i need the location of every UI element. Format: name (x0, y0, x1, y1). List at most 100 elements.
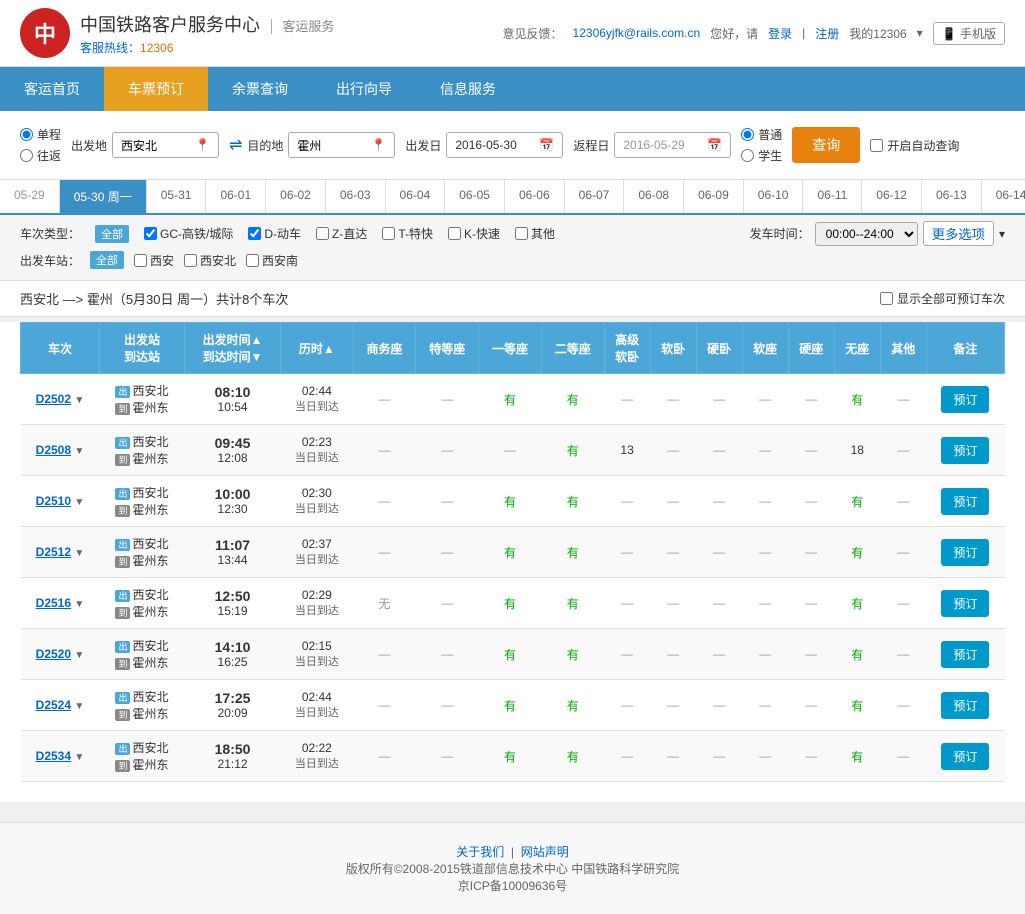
k-checkbox-label[interactable]: K-快速 (448, 225, 500, 242)
show-all-group[interactable]: 显示全部可预订车次 (880, 290, 1005, 307)
d-checkbox[interactable] (248, 227, 261, 240)
date-tab-0608[interactable]: 06-08 (624, 180, 684, 213)
xian-south-station-label[interactable]: 西安南 (246, 252, 298, 269)
statement-link[interactable]: 网站声明 (521, 845, 569, 859)
train-dropdown-arrow[interactable]: ▼ (74, 599, 84, 610)
register-link[interactable]: 注册 (815, 25, 839, 42)
about-link[interactable]: 关于我们 (456, 845, 504, 859)
k-checkbox[interactable] (448, 227, 461, 240)
availability-cell: — (742, 527, 788, 578)
date-tab-0611[interactable]: 06-11 (803, 180, 862, 213)
col-time[interactable]: 出发时间▲到达时间▼ (185, 323, 281, 374)
t-checkbox[interactable] (382, 227, 395, 240)
train-dropdown-arrow[interactable]: ▼ (74, 497, 84, 508)
date-tab-0531[interactable]: 05-31 (147, 180, 207, 213)
all-tag[interactable]: 全部 (95, 225, 129, 243)
col-duration[interactable]: 历时▲ (281, 323, 354, 374)
calendar-icon[interactable]: 📅 (539, 138, 554, 152)
return-date-input[interactable] (623, 138, 703, 152)
date-tab-0605[interactable]: 06-05 (445, 180, 505, 213)
to-input[interactable] (297, 138, 367, 152)
availability-cell: — (742, 680, 788, 731)
my-account[interactable]: 我的12306 (849, 25, 906, 42)
train-number-link[interactable]: D2512 (36, 545, 71, 559)
depart-icon: 出 (115, 692, 130, 704)
depart-time: 14:10 (189, 639, 277, 655)
date-tab-0613[interactable]: 06-13 (922, 180, 982, 213)
train-number-link[interactable]: D2516 (36, 596, 71, 610)
date-tab-0610[interactable]: 06-10 (744, 180, 804, 213)
xian-station-checkbox[interactable] (134, 254, 147, 267)
calendar-icon-return[interactable]: 📅 (707, 138, 722, 152)
from-input[interactable] (121, 138, 191, 152)
train-number-link[interactable]: D2508 (36, 443, 71, 457)
auto-query-group[interactable]: 开启自动查询 (870, 137, 959, 154)
gc-checkbox[interactable] (144, 227, 157, 240)
login-link[interactable]: 登录 (768, 25, 792, 42)
station-all-tag[interactable]: 全部 (90, 251, 124, 269)
swap-icon[interactable]: ⇌ (229, 135, 242, 155)
date-tab-0529[interactable]: 05-29 (0, 180, 60, 213)
nav-item-booking[interactable]: 车票预订 (104, 67, 208, 111)
train-dropdown-arrow[interactable]: ▼ (74, 701, 84, 712)
date-tab-0606[interactable]: 06-06 (505, 180, 565, 213)
book-button[interactable]: 预订 (941, 437, 989, 464)
train-dropdown-arrow[interactable]: ▼ (74, 395, 84, 406)
show-all-checkbox[interactable] (880, 292, 893, 305)
date-tab-0601[interactable]: 06-01 (206, 180, 266, 213)
xian-north-station-checkbox[interactable] (184, 254, 197, 267)
gc-checkbox-label[interactable]: GC-高铁/城际 (144, 225, 233, 242)
more-options-button[interactable]: 更多选项 (923, 221, 994, 246)
query-button[interactable]: 查询 (792, 127, 860, 163)
auto-query-checkbox[interactable] (870, 139, 883, 152)
train-dropdown-arrow[interactable]: ▼ (74, 752, 84, 763)
return-trip-radio[interactable]: 往返 (20, 147, 61, 164)
availability-cell: — (650, 527, 696, 578)
book-button[interactable]: 预订 (941, 743, 989, 770)
train-dropdown-arrow[interactable]: ▼ (74, 446, 84, 457)
t-checkbox-label[interactable]: T-特快 (382, 225, 433, 242)
other-checkbox-label[interactable]: 其他 (515, 225, 555, 242)
nav-item-info[interactable]: 信息服务 (416, 67, 520, 111)
train-number-link[interactable]: D2502 (36, 392, 71, 406)
z-checkbox-label[interactable]: Z-直达 (316, 225, 367, 242)
book-button[interactable]: 预订 (941, 539, 989, 566)
date-tab-0614[interactable]: 06-14 (982, 180, 1025, 213)
depart-date-input[interactable] (455, 138, 535, 152)
feedback-link[interactable]: 12306yjfk@rails.com.cn (573, 26, 701, 40)
date-tab-0607[interactable]: 06-07 (565, 180, 625, 213)
z-checkbox[interactable] (316, 227, 329, 240)
date-tab-0609[interactable]: 06-09 (684, 180, 744, 213)
train-number-link[interactable]: D2534 (36, 749, 71, 763)
train-number-link[interactable]: D2524 (36, 698, 71, 712)
date-tab-0604[interactable]: 06-04 (386, 180, 446, 213)
book-button[interactable]: 预订 (941, 641, 989, 668)
date-tab-0603[interactable]: 06-03 (326, 180, 386, 213)
date-tab-0602[interactable]: 06-02 (266, 180, 326, 213)
xian-station-label[interactable]: 西安 (134, 252, 174, 269)
xian-south-station-checkbox[interactable] (246, 254, 259, 267)
book-button[interactable]: 预订 (941, 692, 989, 719)
train-dropdown-arrow[interactable]: ▼ (74, 548, 84, 559)
book-button[interactable]: 预订 (941, 488, 989, 515)
mobile-link[interactable]: 📱 手机版 (933, 22, 1005, 45)
xian-north-station-label[interactable]: 西安北 (184, 252, 236, 269)
other-checkbox[interactable] (515, 227, 528, 240)
train-number-link[interactable]: D2510 (36, 494, 71, 508)
arrive-icon: 到 (115, 403, 130, 415)
student-ticket-radio[interactable]: 学生 (741, 147, 782, 164)
nav-item-guide[interactable]: 出行向导 (312, 67, 416, 111)
date-tab-0612[interactable]: 06-12 (862, 180, 922, 213)
date-tab-0530[interactable]: 05-30 周一 (60, 180, 147, 213)
book-button[interactable]: 预订 (941, 386, 989, 413)
nav-item-home[interactable]: 客运首页 (0, 67, 104, 111)
book-button[interactable]: 预订 (941, 590, 989, 617)
depart-time-select[interactable]: 00:00--24:00 (815, 222, 918, 246)
normal-ticket-radio[interactable]: 普通 (741, 126, 782, 143)
d-checkbox-label[interactable]: D-动车 (248, 225, 301, 242)
nav-item-query[interactable]: 余票查询 (208, 67, 312, 111)
train-dropdown-arrow[interactable]: ▼ (74, 650, 84, 661)
single-trip-radio[interactable]: 单程 (20, 126, 61, 143)
train-number-link[interactable]: D2520 (36, 647, 71, 661)
depart-date-group: 出发日 📅 (405, 132, 563, 158)
